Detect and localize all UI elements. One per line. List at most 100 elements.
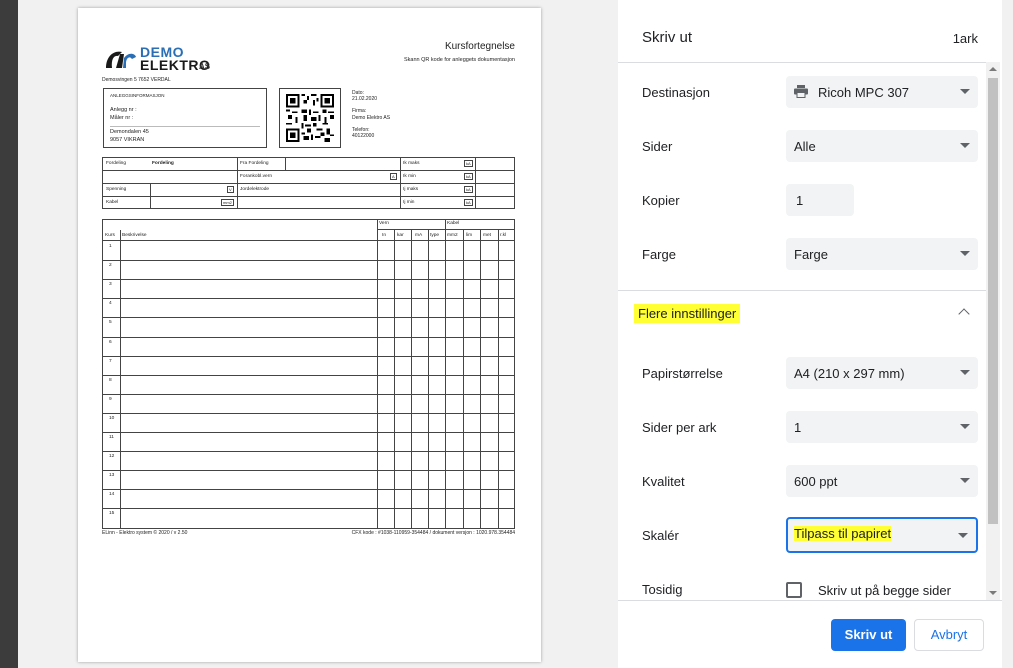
group-vern: Vern xyxy=(379,221,389,226)
paper-size-value: A4 (210 x 297 mm) xyxy=(794,366,905,381)
chevron-down-icon xyxy=(960,370,970,375)
table-row-divider xyxy=(103,489,514,490)
ij-maks-label: Ij maks xyxy=(403,187,419,192)
anlegg-city: 9057 VIKRAN xyxy=(110,137,145,143)
chevron-down-icon xyxy=(960,478,970,483)
color-select[interactable]: Farge xyxy=(786,238,978,270)
paper-size-select[interactable]: A4 (210 x 297 mm) xyxy=(786,357,978,389)
window-edge xyxy=(0,0,18,668)
scroll-up-icon[interactable] xyxy=(989,67,997,71)
col-type: type xyxy=(430,233,440,238)
table-row-divider xyxy=(103,393,514,395)
scroll-down-icon[interactable] xyxy=(989,591,997,595)
unit-ka: kA xyxy=(464,173,473,180)
copies-value: 1 xyxy=(796,193,804,208)
document-title: Kursfortegnelse xyxy=(444,41,515,52)
table-row-divider xyxy=(103,279,514,280)
table-row: 6 xyxy=(109,339,112,345)
duplex-checkbox-label[interactable]: Skriv ut på begge sider xyxy=(818,583,951,598)
anlegg-info-box: ANLEGGSINFORMASJON Anlegg nr : Måler nr … xyxy=(103,88,267,148)
destination-label: Destinasjon xyxy=(642,85,710,100)
panel-scrollbar[interactable] xyxy=(986,62,1000,600)
destination-value: Ricoh MPC 307 xyxy=(818,85,910,100)
table-row-divider xyxy=(103,470,514,471)
forankobl-vern-label: Forankobl.vern xyxy=(240,174,272,179)
anlegg-street: Demondalen 45 xyxy=(110,129,149,135)
table-row: 3 xyxy=(109,282,112,288)
print-preview-area: DEMO ELEKTRO AS Demosvingen 5 7652 VERDA… xyxy=(0,0,618,668)
table-row-divider xyxy=(103,508,514,509)
qr-code xyxy=(279,88,341,148)
table-row-divider xyxy=(103,451,514,452)
print-button[interactable]: Skriv ut xyxy=(831,619,906,651)
scrollbar-thumb[interactable] xyxy=(988,78,998,524)
divider xyxy=(110,126,260,127)
chevron-down-icon xyxy=(960,424,970,429)
table-row-divider xyxy=(103,412,514,414)
footer-right: CFX kode : #1038-110959-354484 / dokumen… xyxy=(351,530,515,536)
qr-code-icon xyxy=(286,94,334,142)
sheet-count: 1ark xyxy=(952,31,978,46)
col-rkl: r.kl xyxy=(500,233,507,238)
pages-select[interactable]: Alle xyxy=(786,130,978,162)
pages-per-sheet-select[interactable]: 1 xyxy=(786,411,978,443)
table-row-divider xyxy=(103,355,514,357)
scale-select[interactable]: Tilpass til papiret xyxy=(786,517,978,553)
group-kabel: Kabel xyxy=(447,221,460,226)
ik-min-label: Ik min xyxy=(403,174,416,179)
preview-page: DEMO ELEKTRO AS Demosvingen 5 7652 VERDA… xyxy=(78,8,541,662)
table-row: 5 xyxy=(109,320,112,326)
chevron-down-icon xyxy=(960,89,970,94)
destination-select[interactable]: Ricoh MPC 307 xyxy=(786,76,978,108)
chevron-down-icon xyxy=(960,143,970,148)
more-settings-toggle[interactable]: Flere innstillinger xyxy=(634,304,741,323)
maler-nr: Måler nr : xyxy=(110,115,134,121)
unit-mm2: mm2 xyxy=(221,199,234,206)
divider xyxy=(618,62,986,63)
quality-select[interactable]: 600 ppt xyxy=(786,465,978,497)
unit-ka: kA xyxy=(464,160,473,167)
pages-label: Sider xyxy=(642,139,673,154)
table-row: 2 xyxy=(109,263,112,269)
chevron-down-icon xyxy=(960,251,970,256)
print-settings-panel: Skriv ut 1ark Destinasjon Ricoh MPC 307 … xyxy=(618,0,1002,668)
col-kar: kar xyxy=(397,233,404,238)
cancel-button[interactable]: Avbryt xyxy=(914,619,984,651)
table-row: 9 xyxy=(109,396,112,402)
table-row: 1 xyxy=(109,244,112,249)
col-beskrivelse: Beskrivelse xyxy=(122,233,147,238)
col-lim: lim xyxy=(466,233,473,238)
table-row-divider xyxy=(103,374,514,376)
logo-mark-icon xyxy=(106,51,136,68)
quality-value: 600 ppt xyxy=(794,474,838,489)
table-row: 15 xyxy=(109,511,115,517)
ij-min-label: Ij min xyxy=(403,200,415,205)
copies-label: Kopier xyxy=(642,193,680,208)
duplex-checkbox[interactable] xyxy=(786,582,802,598)
anlegg-nr: Anlegg nr : xyxy=(110,107,137,113)
kurs-table: Vern Kabel Kurs Beskrivelse In kar mA ty… xyxy=(102,219,515,529)
col-kurs: Kurs xyxy=(105,233,115,238)
table-row: 7 xyxy=(109,358,112,364)
chevron-up-icon[interactable] xyxy=(958,308,970,320)
pages-value: Alle xyxy=(794,139,816,154)
copies-input[interactable]: 1 xyxy=(786,184,854,216)
footer-left: ELinn - Elektro system © 2020 / v 2.50 xyxy=(102,530,188,536)
table-row-divider xyxy=(103,432,514,433)
fordeling-value: Fordeling xyxy=(152,161,174,166)
jordelektrode-label: Jordelektrode xyxy=(240,187,270,192)
col-mm2: mm2 xyxy=(447,233,458,238)
table-row: 10 xyxy=(109,415,115,421)
anlegg-heading: ANLEGGSINFORMASJON xyxy=(110,93,165,98)
unit-ka: kA xyxy=(464,186,473,193)
company-address: Demosvingen 5 7652 VERDAL xyxy=(102,77,171,83)
document-info: Dato: 21.02.2020 Firma: Demo Elektro AS … xyxy=(352,90,390,139)
company-logo: DEMO ELEKTRO AS xyxy=(102,44,242,74)
unit-a: A xyxy=(390,173,397,180)
color-label: Farge xyxy=(642,247,676,262)
table-row: 11 xyxy=(109,435,114,440)
logo-text-as: AS xyxy=(199,62,211,71)
panel-footer: Skriv ut Avbryt xyxy=(618,600,1002,668)
table-row-divider xyxy=(103,298,514,299)
spenning-label: Spenning xyxy=(106,187,127,192)
